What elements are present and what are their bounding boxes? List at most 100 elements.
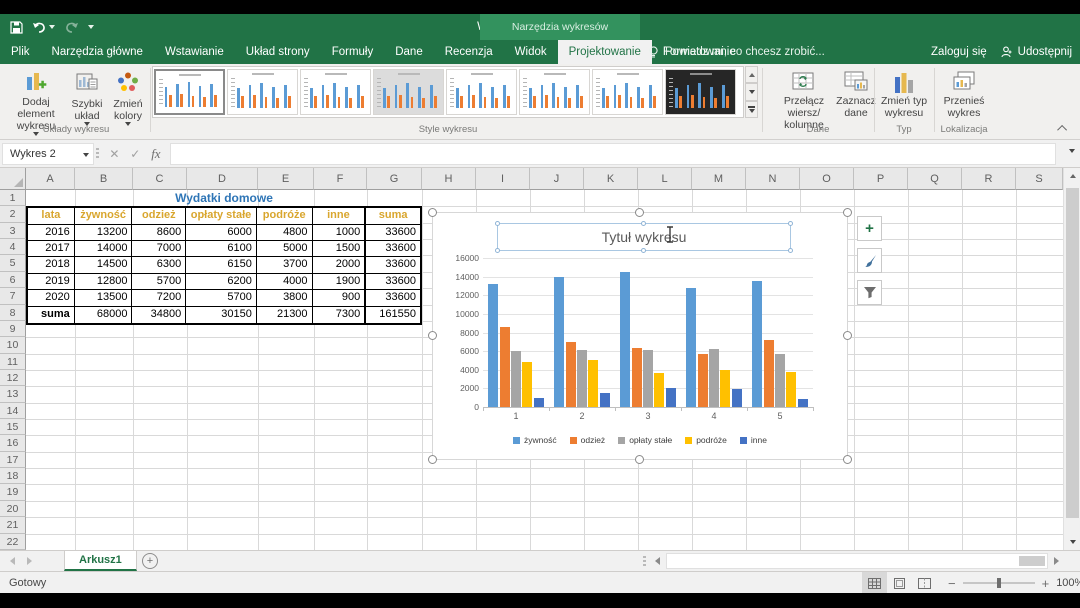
legend-item-opłaty stałe[interactable]: opłaty stałe bbox=[618, 435, 672, 445]
cell[interactable]: 6300 bbox=[132, 257, 186, 273]
sign-in-button[interactable]: Zaloguj się bbox=[931, 46, 987, 58]
tab-widok[interactable]: Widok bbox=[504, 40, 558, 64]
cell[interactable]: 2018 bbox=[28, 257, 75, 273]
row-header-7[interactable]: 7 bbox=[0, 288, 26, 304]
chart-style-thumbnail-5[interactable] bbox=[446, 69, 517, 115]
vertical-scroll-thumb[interactable] bbox=[1066, 188, 1079, 518]
horizontal-scrollbar[interactable] bbox=[655, 552, 1065, 570]
cell[interactable]: 6000 bbox=[186, 225, 257, 241]
row-header-1[interactable]: 1 bbox=[0, 190, 26, 206]
bar-odzież-4[interactable] bbox=[698, 354, 708, 407]
cell[interactable]: 7000 bbox=[132, 241, 186, 257]
cell[interactable]: 14500 bbox=[75, 257, 133, 273]
formula-expand-icon[interactable] bbox=[1069, 149, 1075, 153]
cell[interactable]: 2000 bbox=[313, 257, 366, 273]
enter-button[interactable]: ✓ bbox=[130, 147, 140, 161]
row-header-22[interactable]: 22 bbox=[0, 534, 26, 550]
cell[interactable]: 900 bbox=[313, 290, 366, 306]
cell[interactable]: 21300 bbox=[257, 307, 313, 323]
cell[interactable]: 1000 bbox=[313, 225, 366, 241]
move-chart-button[interactable]: Przenieś wykres bbox=[938, 67, 990, 119]
bar-odzież-1[interactable] bbox=[500, 327, 510, 407]
bar-opłaty stałe-2[interactable] bbox=[577, 350, 587, 407]
save-button[interactable] bbox=[10, 21, 23, 34]
bar-żywność-2[interactable] bbox=[554, 277, 564, 407]
bar-podróże-1[interactable] bbox=[522, 362, 532, 407]
gallery-up-button[interactable] bbox=[745, 66, 758, 83]
row-header-19[interactable]: 19 bbox=[0, 484, 26, 500]
cell[interactable]: 8600 bbox=[132, 225, 186, 241]
tab-narzedzia-glowne[interactable]: Narzędzia główne bbox=[41, 40, 154, 64]
chart-style-thumbnail-3[interactable] bbox=[300, 69, 371, 115]
cell[interactable]: opłaty stałe bbox=[186, 208, 257, 224]
bar-podróże-2[interactable] bbox=[588, 360, 598, 407]
cell[interactable]: 2020 bbox=[28, 290, 75, 306]
bar-opłaty stałe-3[interactable] bbox=[643, 350, 653, 407]
cell[interactable]: 4000 bbox=[257, 274, 313, 290]
column-header-G[interactable]: G bbox=[367, 168, 422, 190]
bar-żywność-1[interactable] bbox=[488, 284, 498, 407]
chart-filters-button[interactable] bbox=[857, 280, 882, 305]
row-header-6[interactable]: 6 bbox=[0, 272, 26, 288]
qat-customize-button[interactable] bbox=[88, 25, 94, 29]
name-box[interactable]: Wykres 2 bbox=[2, 143, 94, 165]
cell[interactable]: 13500 bbox=[75, 290, 133, 306]
chart-handle[interactable] bbox=[843, 208, 852, 217]
cell[interactable]: 33600 bbox=[365, 225, 420, 241]
zoom-in-button[interactable]: + bbox=[1042, 576, 1050, 591]
tab-wstawianie[interactable]: Wstawianie bbox=[154, 40, 235, 64]
bar-żywność-5[interactable] bbox=[752, 281, 762, 407]
cell[interactable]: 33600 bbox=[365, 274, 420, 290]
cell[interactable]: 161550 bbox=[365, 307, 420, 323]
cell[interactable]: 1900 bbox=[313, 274, 366, 290]
chart-title[interactable]: Tytuł wykresu bbox=[498, 224, 790, 250]
row-header-10[interactable]: 10 bbox=[0, 337, 26, 353]
add-chart-element-button[interactable]: Dodaj element wykresu bbox=[4, 67, 68, 129]
chart-handle[interactable] bbox=[428, 331, 437, 340]
share-button[interactable]: Udostępnij bbox=[1001, 46, 1072, 58]
cell[interactable]: 33600 bbox=[365, 241, 420, 257]
cell[interactable]: 12800 bbox=[75, 274, 133, 290]
cell[interactable]: 30150 bbox=[186, 307, 257, 323]
cell[interactable]: 6150 bbox=[186, 257, 257, 273]
bar-odzież-5[interactable] bbox=[764, 340, 774, 407]
column-header-D[interactable]: D bbox=[187, 168, 258, 190]
cell[interactable]: podróże bbox=[257, 208, 313, 224]
cell[interactable]: 33600 bbox=[365, 257, 420, 273]
cell[interactable]: 3700 bbox=[257, 257, 313, 273]
title-handle[interactable] bbox=[641, 221, 646, 226]
title-handle[interactable] bbox=[641, 248, 646, 253]
row-header-2[interactable]: 2 bbox=[0, 206, 26, 222]
cell[interactable]: 5700 bbox=[186, 290, 257, 306]
scroll-left-icon[interactable] bbox=[655, 557, 660, 565]
insert-function-button[interactable]: fx bbox=[151, 146, 160, 162]
previous-sheet-button[interactable] bbox=[10, 557, 15, 565]
row-header-3[interactable]: 3 bbox=[0, 223, 26, 239]
tab-scrollbar-splitter[interactable] bbox=[643, 556, 646, 567]
title-handle[interactable] bbox=[495, 248, 500, 253]
column-header-R[interactable]: R bbox=[962, 168, 1016, 190]
column-header-F[interactable]: F bbox=[314, 168, 367, 190]
column-header-N[interactable]: N bbox=[746, 168, 800, 190]
cell[interactable]: 68000 bbox=[75, 307, 133, 323]
cell[interactable]: inne bbox=[313, 208, 366, 224]
legend-item-odzież[interactable]: odzież bbox=[570, 435, 606, 445]
legend-item-żywność[interactable]: żywność bbox=[513, 435, 557, 445]
cell[interactable]: 4800 bbox=[257, 225, 313, 241]
chart-legend[interactable]: żywnośćodzieżopłaty stałepodróżeinne bbox=[433, 435, 847, 445]
cell[interactable]: 2019 bbox=[28, 274, 75, 290]
tab-recenzja[interactable]: Recenzja bbox=[434, 40, 504, 64]
gallery-down-button[interactable] bbox=[745, 83, 758, 100]
select-data-button[interactable]: Zaznacz dane bbox=[836, 67, 876, 119]
row-header-11[interactable]: 11 bbox=[0, 354, 26, 370]
change-colors-button[interactable]: Zmień kolory bbox=[106, 67, 150, 129]
tell-me-box[interactable]: Powiedz mi, co chcesz zrobić... bbox=[648, 40, 825, 64]
cell[interactable]: żywność bbox=[75, 208, 133, 224]
quick-layout-button[interactable]: Szybki układ bbox=[68, 67, 106, 129]
chart-handle[interactable] bbox=[428, 455, 437, 464]
tab-formuly[interactable]: Formuły bbox=[321, 40, 385, 64]
chart-object[interactable]: Tytuł wykresu 02000400060008000100001200… bbox=[432, 212, 848, 460]
column-header-A[interactable]: A bbox=[26, 168, 75, 190]
chart-style-thumbnail-6[interactable] bbox=[519, 69, 590, 115]
column-header-L[interactable]: L bbox=[638, 168, 692, 190]
